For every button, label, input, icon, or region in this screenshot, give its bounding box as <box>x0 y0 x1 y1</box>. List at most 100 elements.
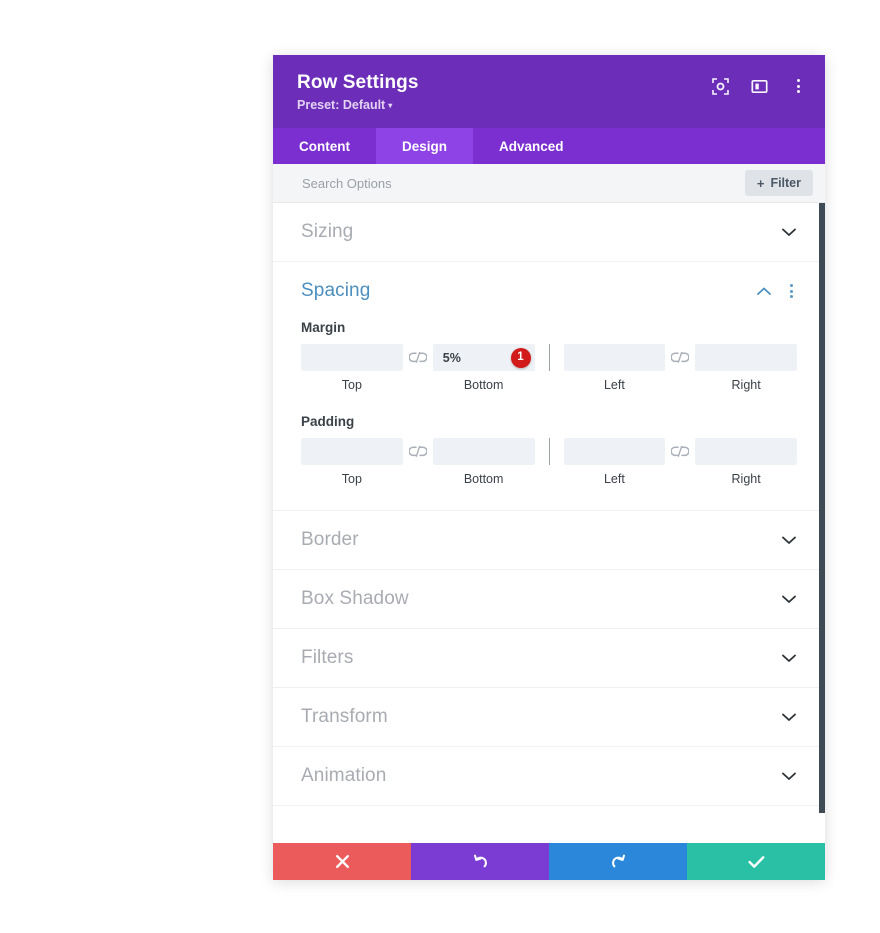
spacing-divider <box>548 344 550 371</box>
section-box-shadow-title: Box Shadow <box>301 588 409 609</box>
section-sizing-title: Sizing <box>301 221 354 242</box>
spacing-divider <box>548 438 550 465</box>
section-border-title: Border <box>301 529 359 550</box>
undo-icon <box>473 854 487 868</box>
search-bar: + Filter <box>273 164 825 203</box>
section-filters-header[interactable]: Filters <box>301 629 797 687</box>
margin-top-input[interactable] <box>301 344 403 371</box>
tab-design[interactable]: Design <box>376 128 474 164</box>
preset-selector[interactable]: Preset: Default ▾ <box>297 98 803 112</box>
section-spacing-controls <box>756 282 797 300</box>
section-filters: Filters <box>273 629 825 688</box>
modal-header: Row Settings Preset: Default ▾ <box>273 55 825 128</box>
margin-bottom-badge[interactable]: 1 <box>510 347 531 368</box>
padding-right-wrap <box>695 438 797 465</box>
padding-top-wrap <box>301 438 403 465</box>
filter-button-label: Filter <box>770 176 801 190</box>
search-input[interactable] <box>302 175 745 191</box>
margin-right-input[interactable] <box>695 344 797 371</box>
padding-sublabels: Top Bottom Left Right <box>301 472 797 486</box>
section-animation-title: Animation <box>301 765 387 786</box>
kebab-dots <box>793 77 804 95</box>
padding-bottom-input[interactable] <box>432 438 535 465</box>
chevron-down-icon[interactable] <box>781 768 797 784</box>
margin-right-label: Right <box>731 378 761 392</box>
scrollbar-thumb[interactable] <box>819 203 825 813</box>
check-icon <box>747 855 764 868</box>
padding-left-label: Left <box>603 472 625 486</box>
undo-button[interactable] <box>411 843 549 880</box>
focus-icon[interactable] <box>711 77 729 95</box>
margin-sublabels: Top Bottom Left Right <box>301 378 797 392</box>
link-broken-icon[interactable] <box>665 438 695 465</box>
plus-icon: + <box>756 175 765 191</box>
section-animation: Animation <box>273 747 825 806</box>
section-box-shadow: Box Shadow <box>273 570 825 629</box>
margin-label: Margin <box>301 320 346 335</box>
margin-right-wrap <box>695 344 797 371</box>
preset-label: Preset: Default <box>297 98 386 112</box>
section-box-shadow-header[interactable]: Box Shadow <box>301 570 797 628</box>
margin-top-wrap <box>301 344 403 371</box>
section-sizing: Sizing <box>273 203 825 262</box>
margin-top-label: Top <box>341 378 362 392</box>
chevron-down-icon[interactable] <box>781 650 797 666</box>
row-settings-modal: Row Settings Preset: Default ▾ Content D… <box>273 55 825 880</box>
margin-group: Margin 5% 1 Top Bottom Left Right <box>301 320 797 392</box>
section-spacing-more-icon[interactable] <box>786 282 797 300</box>
section-border: Border <box>273 511 825 570</box>
section-animation-header[interactable]: Animation <box>301 747 797 805</box>
section-transform-title: Transform <box>301 706 388 727</box>
padding-left-wrap <box>563 438 666 465</box>
modal-footer <box>273 843 825 880</box>
section-spacing-body: Margin 5% 1 Top Bottom Left Right Paddin… <box>301 320 797 510</box>
link-broken-icon[interactable] <box>665 344 695 371</box>
section-transform: Transform <box>273 688 825 747</box>
chevron-down-icon[interactable] <box>781 591 797 607</box>
padding-right-label: Right <box>731 472 761 486</box>
tab-bar: Content Design Advanced <box>273 128 825 164</box>
section-spacing: Spacing Margin 5% 1 Top Bottom Left Righ… <box>273 262 825 511</box>
margin-left-label: Left <box>603 378 625 392</box>
cancel-button[interactable] <box>273 843 411 880</box>
padding-group: Padding Top Bottom Left Right <box>301 414 797 486</box>
section-transform-header[interactable]: Transform <box>301 688 797 746</box>
padding-top-input[interactable] <box>301 438 403 465</box>
tab-advanced[interactable]: Advanced <box>473 128 590 164</box>
padding-label: Padding <box>301 414 355 429</box>
padding-top-label: Top <box>341 472 362 486</box>
margin-left-input[interactable] <box>563 344 666 371</box>
save-button[interactable] <box>687 843 825 880</box>
link-broken-icon[interactable] <box>403 438 433 465</box>
padding-bottom-label: Bottom <box>463 472 504 486</box>
margin-bottom-wrap: 1 <box>432 344 535 371</box>
chevron-down-icon: ▾ <box>388 101 393 111</box>
padding-bottom-wrap <box>432 438 535 465</box>
chevron-down-icon[interactable] <box>781 224 797 240</box>
padding-right-input[interactable] <box>695 438 797 465</box>
padding-left-input[interactable] <box>563 438 666 465</box>
scrollbar[interactable] <box>819 203 825 843</box>
section-spacing-header[interactable]: Spacing <box>301 262 797 320</box>
layout-panel-icon[interactable] <box>750 77 768 95</box>
tab-content[interactable]: Content <box>273 128 376 164</box>
section-border-header[interactable]: Border <box>301 511 797 569</box>
settings-scroll-area: Sizing Spacing Margin 5% 1 Top Bottom Le… <box>273 203 825 843</box>
section-spacing-title: Spacing <box>301 280 371 301</box>
header-actions <box>711 77 807 95</box>
chevron-down-icon[interactable] <box>781 709 797 725</box>
filter-button[interactable]: + Filter <box>744 170 813 196</box>
more-options-icon[interactable] <box>789 77 807 95</box>
margin-bottom-label: Bottom <box>463 378 504 392</box>
chevron-down-icon[interactable] <box>781 532 797 548</box>
redo-icon <box>611 854 625 868</box>
link-broken-icon[interactable] <box>403 344 433 371</box>
close-icon <box>335 855 349 868</box>
margin-left-wrap <box>563 344 666 371</box>
chevron-up-icon[interactable] <box>756 283 772 299</box>
redo-button[interactable] <box>549 843 687 880</box>
section-sizing-controls <box>781 224 797 240</box>
section-filters-title: Filters <box>301 647 354 668</box>
section-sizing-header[interactable]: Sizing <box>301 203 797 261</box>
margin-inputs-row: 1 <box>301 344 797 371</box>
